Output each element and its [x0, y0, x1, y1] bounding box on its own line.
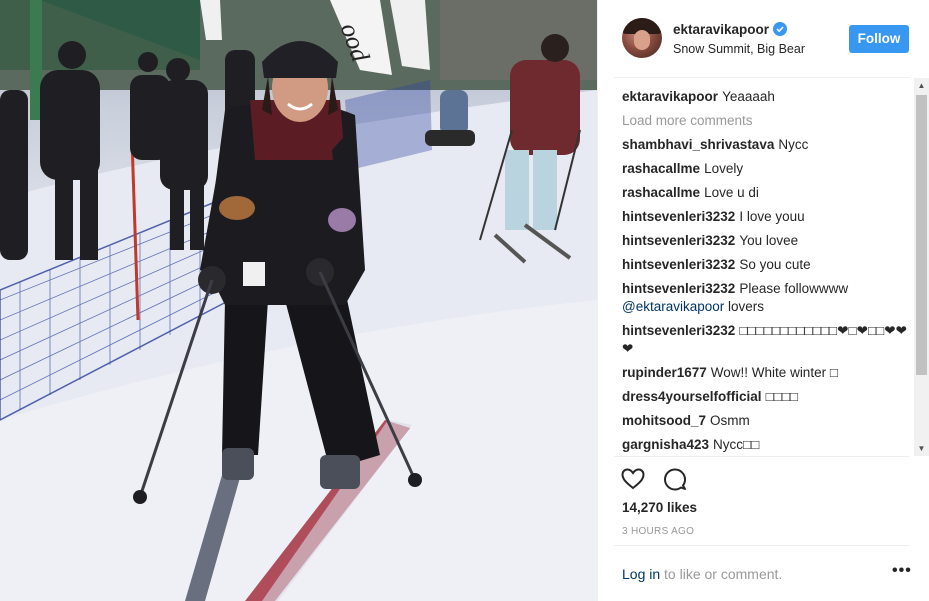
- heart-icon[interactable]: [620, 466, 646, 492]
- comment-item: hintsevenleri3232 You lovee: [622, 232, 912, 250]
- comment-item: mohitsood_7 Osmm: [622, 412, 912, 430]
- header-divider: [614, 77, 910, 78]
- comment-username[interactable]: gargnisha423: [622, 437, 709, 452]
- comment-text: I love youu: [739, 209, 805, 224]
- comment-item: rupinder1677 Wow!! White winter □: [622, 364, 912, 382]
- comment-username[interactable]: rashacallme: [622, 161, 700, 176]
- scrollbar-thumb[interactable]: [916, 95, 927, 375]
- comment-username[interactable]: shambhavi_shrivastava: [622, 137, 774, 152]
- comment-username[interactable]: hintsevenleri3232: [622, 281, 735, 296]
- post-username[interactable]: ektaravikapoor: [673, 22, 769, 37]
- comment-item: rashacallme Lovely: [622, 160, 912, 178]
- comment-username[interactable]: hintsevenleri3232: [622, 233, 735, 248]
- actions-divider: [614, 456, 909, 457]
- comment-text: Please followwww: [739, 281, 849, 296]
- comment-text: Osmm: [710, 413, 750, 428]
- post-side-panel: ektaravikapoor Snow Summit, Big Bear Fol…: [597, 0, 929, 601]
- post-location[interactable]: Snow Summit, Big Bear: [673, 42, 805, 56]
- comment-text: □□□□: [765, 389, 799, 404]
- comment-username[interactable]: rupinder1677: [622, 365, 707, 380]
- comments-scrollbar[interactable]: ▲ ▼: [914, 78, 929, 456]
- more-options-icon[interactable]: •••: [892, 562, 912, 580]
- avatar[interactable]: [622, 18, 662, 58]
- verified-badge-icon: [773, 22, 787, 36]
- login-link[interactable]: Log in: [622, 566, 660, 582]
- comment-item: hintsevenleri3232 So you cute: [622, 256, 912, 274]
- comment-username[interactable]: hintsevenleri3232: [622, 257, 735, 272]
- ski-scene-image: ood: [0, 0, 597, 601]
- comment-username[interactable]: hintsevenleri3232: [622, 209, 735, 224]
- comment-text: Nycc: [778, 137, 809, 152]
- comment-item: hintsevenleri3232 I love youu: [622, 208, 912, 226]
- likes-count[interactable]: 14,270 likes: [622, 500, 697, 515]
- load-more-comments-link[interactable]: Load more comments: [622, 112, 912, 130]
- caption-text: Yeaaaah: [722, 89, 775, 104]
- post-header: ektaravikapoor Snow Summit, Big Bear Fol…: [598, 0, 929, 78]
- post-photo[interactable]: ood: [0, 0, 597, 601]
- comment-username[interactable]: mohitsood_7: [622, 413, 706, 428]
- avatar-face: [634, 30, 650, 50]
- comment-username[interactable]: hintsevenleri3232: [622, 323, 735, 338]
- scroll-down-icon[interactable]: ▼: [914, 441, 929, 456]
- comment-mention-link[interactable]: @ektaravikapoor: [622, 299, 724, 314]
- scroll-up-icon[interactable]: ▲: [914, 78, 929, 93]
- caption: ektaravikapoor Yeaaaah: [622, 88, 912, 106]
- comment-item: rashacallme Love u di: [622, 184, 912, 202]
- post-timestamp[interactable]: 3 HOURS AGO: [622, 526, 694, 537]
- comments-list: ektaravikapoor Yeaaaah Load more comments…: [622, 88, 912, 456]
- follow-button[interactable]: Follow: [849, 25, 909, 53]
- comment-text: Lovely: [704, 161, 744, 176]
- comment-username[interactable]: dress4yourselfofficial: [622, 389, 762, 404]
- comment-text: You lovee: [739, 233, 799, 248]
- comment-item: dress4yourselfofficial □□□□: [622, 388, 912, 406]
- comment-text: Nycc□□: [713, 437, 760, 452]
- comment-text-continued: lovers: [724, 299, 765, 314]
- login-prompt-text: to like or comment.: [660, 566, 783, 582]
- comment-item: shambhavi_shrivastava Nycc: [622, 136, 912, 154]
- comment-text: Wow!! White winter □: [710, 365, 838, 380]
- comment-text: Love u di: [704, 185, 759, 200]
- comment-username[interactable]: rashacallme: [622, 185, 700, 200]
- comment-item: gargnisha423 Nycc□□: [622, 436, 912, 454]
- caption-username[interactable]: ektaravikapoor: [622, 89, 718, 104]
- comment-item: hintsevenleri3232 Please followwww @ektara…: [622, 280, 912, 316]
- comment-text: So you cute: [739, 257, 811, 272]
- comment-item: hintsevenleri3232 □□□□□□□□□□□□❤□❤□□❤❤❤: [622, 322, 912, 358]
- bottom-divider: [614, 545, 909, 546]
- login-prompt: Log in to like or comment.: [622, 566, 782, 582]
- comment-icon[interactable]: [662, 466, 688, 492]
